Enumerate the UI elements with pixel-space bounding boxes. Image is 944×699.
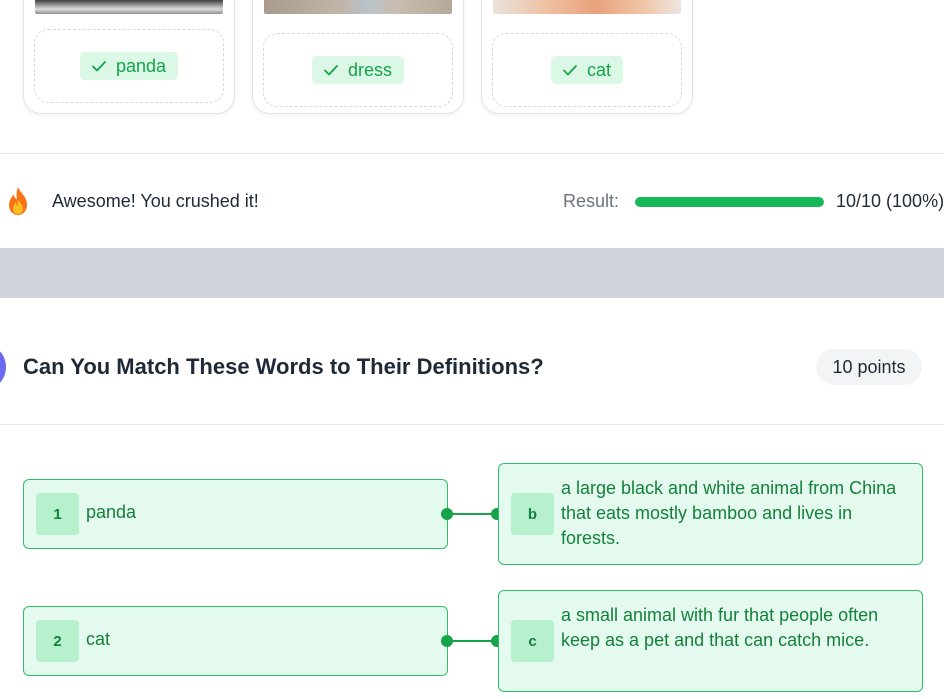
match-connector — [441, 508, 503, 520]
drop-zone[interactable]: cat — [492, 33, 682, 107]
result-label: Result: — [563, 191, 620, 211]
score-progress-bar — [635, 197, 824, 207]
chip-label: panda — [115, 55, 167, 76]
panda-image — [35, 0, 223, 14]
cat-image — [493, 0, 681, 14]
image-card-cat: cat — [481, 0, 693, 114]
result-score: 10/10 (100%) — [836, 191, 944, 211]
check-icon — [324, 65, 338, 76]
chip-label: dress — [347, 59, 392, 80]
image-card-dress: dress — [252, 0, 464, 114]
definition-card-c[interactable]: c a small animal with fur that people of… — [498, 590, 923, 692]
check-icon — [563, 65, 577, 76]
question-title: Can You Match These Words to Their Defin… — [23, 354, 544, 379]
image-card-panda: panda — [23, 0, 235, 114]
definition-text: a small animal with fur that people ofte… — [561, 605, 879, 650]
result-row: Awesome! You crushed it! Result: 10/10 (… — [0, 154, 944, 248]
check-icon — [92, 61, 106, 72]
definition-text: a large black and white animal from Chin… — [561, 478, 897, 548]
match-connector — [441, 635, 503, 647]
term-index: 2 — [36, 620, 79, 662]
drop-zone[interactable]: dress — [263, 33, 453, 107]
definition-letter: b — [511, 493, 554, 535]
divider — [0, 424, 944, 425]
flame-icon — [9, 187, 27, 215]
term-card-1[interactable]: 1 panda — [23, 479, 448, 549]
question-marker — [0, 348, 6, 386]
answer-chip[interactable]: panda — [79, 52, 179, 80]
term-text: cat — [86, 629, 111, 649]
answer-chip[interactable]: cat — [550, 56, 623, 84]
chip-label: cat — [586, 59, 611, 80]
drop-zone[interactable]: panda — [34, 29, 224, 103]
definition-letter: c — [511, 620, 554, 662]
term-text: panda — [86, 502, 137, 522]
definition-card-b[interactable]: b a large black and white animal from Ch… — [498, 463, 923, 565]
points-badge: 10 points — [816, 349, 922, 385]
dress-image — [264, 0, 452, 14]
result-message: Awesome! You crushed it! — [52, 191, 259, 211]
section-separator — [0, 248, 944, 298]
answer-chip[interactable]: dress — [311, 56, 404, 84]
term-card-2[interactable]: 2 cat — [23, 606, 448, 676]
progress-fill — [635, 197, 824, 207]
term-index: 1 — [36, 493, 79, 535]
